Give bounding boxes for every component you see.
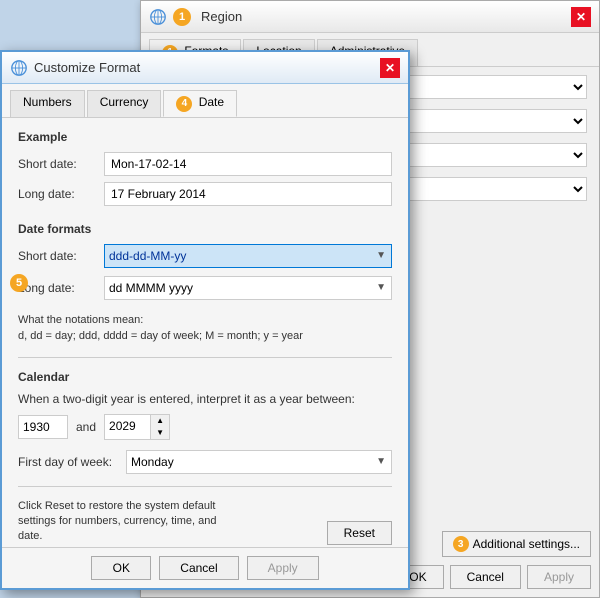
long-date-format-label: Long date:: [18, 281, 98, 295]
customize-format-dialog: Customize Format ✕ Numbers Currency 4 Da…: [0, 50, 410, 590]
long-date-select-wrap: dd MMMM yyyy MMMM dd, yyyy dddd, MMMM dd…: [104, 276, 392, 300]
short-date-format-row: Short date: ddd-dd-MM-yy ▼: [18, 244, 392, 268]
customize-close-button[interactable]: ✕: [380, 58, 400, 78]
reset-description: Click Reset to restore the system defaul…: [18, 499, 238, 545]
short-date-select[interactable]: ddd-dd-MM-yy: [104, 244, 392, 268]
calendar-section: Calendar When a two-digit year is entere…: [18, 370, 392, 474]
first-day-label: First day of week:: [18, 455, 118, 469]
example-grid: Short date: Mon-17-02-14 Long date: 17 F…: [18, 152, 392, 206]
date-formats-label: Date formats: [18, 222, 392, 236]
long-date-select[interactable]: dd MMMM yyyy MMMM dd, yyyy dddd, MMMM dd…: [104, 276, 392, 300]
customize-globe-icon: [10, 59, 28, 77]
year-to-input[interactable]: [105, 415, 150, 437]
customize-apply-button[interactable]: Apply: [247, 556, 319, 580]
first-day-select-wrap: Monday Sunday Saturday ▼: [126, 450, 392, 474]
badge-5: 5: [10, 274, 28, 292]
region-titlebar: 1 Region ✕: [141, 1, 599, 33]
customize-dialog-title: Customize Format: [34, 60, 140, 75]
notation-line1: What the notations mean:: [18, 312, 392, 329]
short-date-format-label: Short date:: [18, 249, 98, 263]
cust-tab-date[interactable]: 4 Date: [163, 90, 237, 117]
customize-titlebar: Customize Format ✕: [2, 52, 408, 84]
year-spinner-arrows: ▲ ▼: [150, 415, 169, 439]
reset-section: Click Reset to restore the system defaul…: [18, 499, 392, 545]
customize-cancel-button[interactable]: Cancel: [159, 556, 238, 580]
additional-settings-button[interactable]: 3 Additional settings...: [442, 531, 591, 557]
first-day-select[interactable]: Monday Sunday Saturday: [126, 450, 392, 474]
long-date-example-label: Long date:: [18, 187, 98, 201]
reset-button[interactable]: Reset: [327, 521, 392, 545]
globe-icon: [149, 8, 167, 26]
calendar-desc: When a two-digit year is entered, interp…: [18, 392, 392, 406]
divider-2: [18, 486, 392, 487]
short-date-example-value: Mon-17-02-14: [104, 152, 392, 176]
customize-footer: OK Cancel Apply: [2, 547, 408, 588]
customize-ok-button[interactable]: OK: [91, 556, 151, 580]
year-and-label: and: [76, 420, 96, 434]
short-date-select-wrap: ddd-dd-MM-yy ▼: [104, 244, 392, 268]
example-section-label: Example: [18, 130, 392, 144]
region-apply-button[interactable]: Apply: [527, 565, 591, 589]
long-date-example-value: 17 February 2014: [104, 182, 392, 206]
divider-1: [18, 357, 392, 358]
badge-3: 3: [453, 536, 469, 552]
region-title: Region: [201, 9, 242, 24]
year-from-input[interactable]: [18, 415, 68, 439]
year-spinner-up[interactable]: ▲: [151, 415, 169, 427]
region-close-button[interactable]: ✕: [571, 7, 591, 27]
short-date-example-label: Short date:: [18, 157, 98, 171]
cust-tab-currency[interactable]: Currency: [87, 90, 162, 117]
date-formats-section: Date formats Short date: ddd-dd-MM-yy ▼ …: [18, 222, 392, 300]
region-cancel-button[interactable]: Cancel: [450, 565, 521, 589]
customize-tabs: Numbers Currency 4 Date: [2, 84, 408, 118]
notation-section: What the notations mean: d, dd = day; dd…: [18, 312, 392, 345]
first-day-row: First day of week: Monday Sunday Saturda…: [18, 450, 392, 474]
customize-body: Example Short date: Mon-17-02-14 Long da…: [2, 118, 408, 566]
cust-tab-numbers[interactable]: Numbers: [10, 90, 85, 117]
notation-line2: d, dd = day; ddd, dddd = day of week; M …: [18, 328, 392, 345]
year-to-spinner: ▲ ▼: [104, 414, 170, 440]
badge-1: 1: [173, 8, 191, 26]
calendar-label: Calendar: [18, 370, 392, 384]
badge-4: 4: [176, 96, 192, 112]
year-range-row: and ▲ ▼: [18, 414, 392, 440]
year-spinner-down[interactable]: ▼: [151, 427, 169, 439]
long-date-format-row: Long date: dd MMMM yyyy MMMM dd, yyyy dd…: [18, 276, 392, 300]
